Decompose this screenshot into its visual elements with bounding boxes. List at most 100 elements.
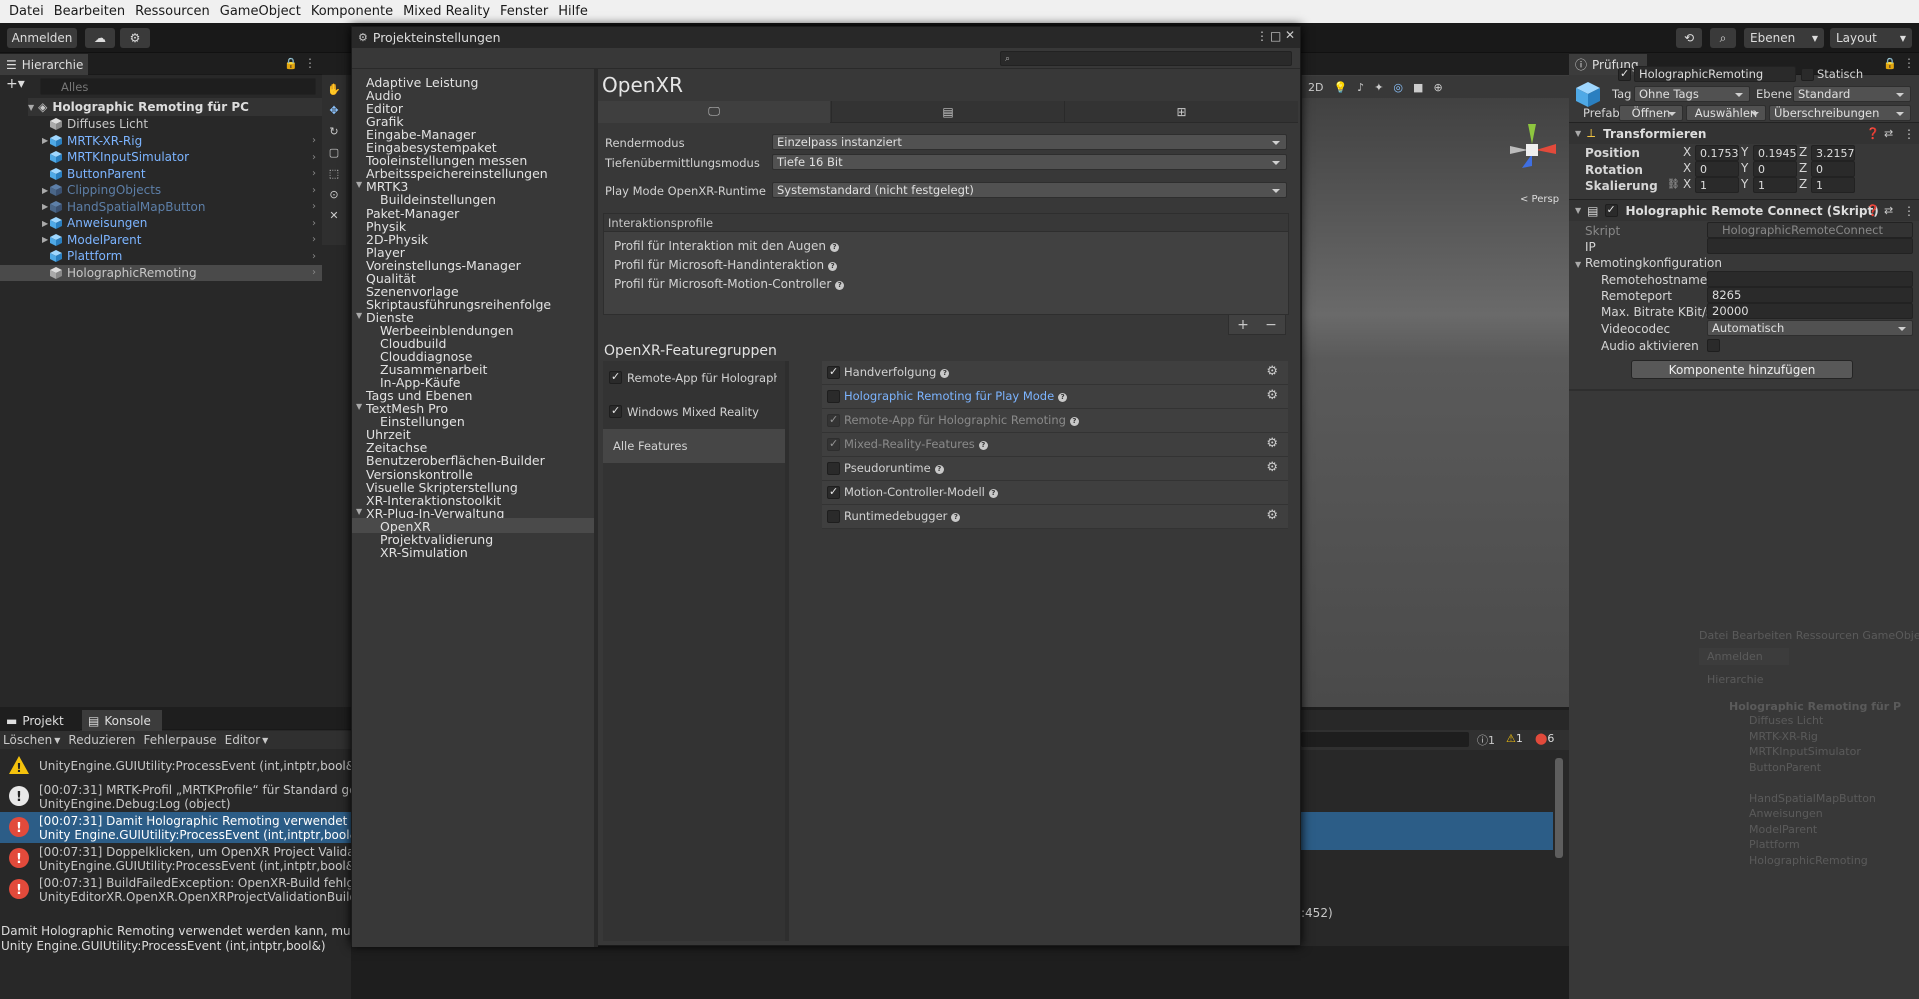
- static-checkbox[interactable]: [1801, 68, 1814, 81]
- child-arrow-icon[interactable]: ›: [312, 218, 316, 229]
- hierarchy-item[interactable]: HolographicRemoting ›: [0, 264, 322, 281]
- add-component-button[interactable]: Komponente hinzufügen: [1631, 360, 1853, 379]
- vector-input[interactable]: 0: [1811, 161, 1855, 177]
- layer-dropdown[interactable]: Standard: [1793, 86, 1911, 102]
- overrides-dropdown[interactable]: Überschreibungen: [1769, 105, 1911, 121]
- feature-row[interactable]: Remote-App für Holographic Remoting?: [822, 409, 1288, 433]
- editor-dropdown[interactable]: Editor: [225, 733, 261, 747]
- expand-arrow-icon[interactable]: ▶: [42, 219, 48, 228]
- expand-arrow-icon[interactable]: ▶: [42, 186, 48, 195]
- feature-row[interactable]: Pseudoruntime? ⚙: [822, 457, 1288, 481]
- menu-item-5[interactable]: Mixed Reality: [398, 4, 495, 19]
- child-arrow-icon[interactable]: ›: [312, 267, 316, 278]
- interaction-profile-item[interactable]: Profil für Interaktion mit den Augen?: [614, 239, 839, 253]
- script-field[interactable]: HolographicRemoteConnect: [1707, 222, 1913, 238]
- menu-item-3[interactable]: GameObject: [215, 4, 306, 19]
- interaction-profile-item[interactable]: Profil für Microsoft-Motion-Controller?: [614, 277, 845, 291]
- tab-standalone[interactable]: 🖵: [598, 101, 830, 123]
- console-scrollbar[interactable]: [1555, 758, 1563, 858]
- tab-console[interactable]: ▤ Konsole: [82, 710, 162, 731]
- warning-count[interactable]: ⚠1: [1506, 732, 1523, 745]
- error-count[interactable]: ⬤6: [1535, 732, 1554, 745]
- settings-search-input[interactable]: ⌕: [1000, 51, 1292, 66]
- transform-tool-icon[interactable]: ⊙: [329, 188, 338, 201]
- object-name-input[interactable]: HolographicRemoting: [1634, 66, 1796, 82]
- bitrate-input[interactable]: 20000: [1707, 303, 1913, 319]
- hierarchy-search-input[interactable]: Alles: [40, 78, 316, 95]
- custom-tool-icon[interactable]: ✕: [329, 209, 338, 222]
- component-enabled-checkbox[interactable]: [1604, 203, 1618, 217]
- nav-expand-icon[interactable]: ▼: [356, 180, 362, 189]
- audio-icon[interactable]: ♪: [1357, 81, 1364, 94]
- hidden-icon[interactable]: ◎: [1393, 81, 1403, 94]
- help-icon[interactable]: ?: [1069, 417, 1079, 426]
- hierarchy-item[interactable]: Plattform ›: [0, 248, 322, 264]
- rect-tool-icon[interactable]: ⬚: [329, 167, 339, 180]
- vector-input[interactable]: 1: [1811, 177, 1855, 193]
- ip-input[interactable]: [1707, 238, 1913, 254]
- help-icon[interactable]: ?: [978, 441, 988, 450]
- feature-checkbox[interactable]: [827, 365, 840, 379]
- component-preset-icon[interactable]: ⇄: [1884, 204, 1893, 217]
- clear-button[interactable]: Löschen: [3, 733, 52, 747]
- nav-expand-icon[interactable]: ▼: [356, 311, 362, 320]
- menu-item-7[interactable]: Hilfe: [553, 4, 593, 19]
- help-icon[interactable]: ?: [829, 243, 839, 252]
- console-log-entry[interactable]: ! [00:07:31] BuildFailedException: OpenXR…: [0, 874, 352, 905]
- camera-icon[interactable]: ■: [1413, 81, 1423, 94]
- mode-2d-button[interactable]: 2D: [1308, 81, 1323, 94]
- rotate-tool-icon[interactable]: ↻: [329, 125, 338, 138]
- menu-item-2[interactable]: Ressourcen: [130, 4, 215, 19]
- gear-icon[interactable]: ⚙: [1266, 388, 1278, 403]
- constrain-link-icon[interactable]: ⛓: [1667, 179, 1680, 190]
- component-help-icon[interactable]: ❓: [1866, 204, 1880, 217]
- hierarchy-item[interactable]: ▶ Anweisungen ›: [0, 215, 322, 231]
- vector-input[interactable]: 1: [1753, 177, 1797, 193]
- add-profile-icon[interactable]: +: [1237, 317, 1249, 333]
- child-arrow-icon[interactable]: ›: [312, 234, 316, 245]
- settings-more-icon[interactable]: ⋮: [1256, 29, 1268, 43]
- tab-uwp[interactable]: ⊞: [1064, 101, 1298, 123]
- remove-profile-icon[interactable]: −: [1265, 317, 1277, 333]
- hierarchy-item[interactable]: ▶ ClippingObjects ›: [0, 182, 322, 198]
- feature-checkbox[interactable]: [827, 485, 840, 499]
- console-log-entry[interactable]: ! UnityEngine.GUIUtility:ProcessEvent (in…: [0, 750, 352, 781]
- hierarchy-item[interactable]: ▶ HandSpatialMapButton ›: [0, 199, 322, 215]
- feature-checkbox[interactable]: [827, 462, 840, 475]
- feature-group-item[interactable]: Alle Features: [603, 429, 785, 463]
- inspector-lock-icon[interactable]: 🔒: [1883, 57, 1897, 70]
- feature-checkbox[interactable]: [827, 413, 840, 427]
- component-menu-icon[interactable]: ⋮: [1903, 204, 1915, 218]
- vector-input[interactable]: 0: [1695, 161, 1739, 177]
- menu-item-0[interactable]: Datei: [4, 4, 49, 19]
- tab-project[interactable]: ▬ Projekt: [0, 710, 80, 731]
- open-prefab-button[interactable]: Öffnen: [1619, 105, 1683, 121]
- hand-tool-icon[interactable]: ✋: [327, 83, 341, 96]
- maximize-icon[interactable]: □: [1270, 29, 1281, 43]
- hierarchy-item[interactable]: ▶ ModelParent ›: [0, 232, 322, 248]
- child-arrow-icon[interactable]: ›: [312, 152, 316, 163]
- help-icon[interactable]: ?: [1058, 393, 1068, 402]
- feature-row[interactable]: Runtimedebugger? ⚙: [822, 505, 1288, 529]
- lock-icon[interactable]: 🔒: [284, 57, 298, 70]
- vector-input[interactable]: 0.19457: [1753, 145, 1797, 161]
- hierarchy-item[interactable]: MRTKInputSimulator ›: [0, 149, 322, 165]
- feature-checkbox[interactable]: [827, 510, 840, 523]
- expand-arrow-icon[interactable]: ▶: [42, 235, 48, 244]
- layers-dropdown[interactable]: Ebenen ▼: [1744, 28, 1824, 48]
- feature-checkbox[interactable]: [827, 437, 840, 451]
- info-count[interactable]: ⓘ1: [1477, 732, 1495, 748]
- feature-row[interactable]: Mixed-Reality-Features? ⚙: [822, 433, 1288, 457]
- gear-icon[interactable]: ⚙: [1266, 460, 1278, 475]
- help-icon[interactable]: ?: [835, 281, 845, 290]
- console-log-entry[interactable]: ! [00:07:31] Damit Holographic Remoting v…: [0, 812, 352, 843]
- active-checkbox[interactable]: [1618, 67, 1631, 81]
- transform-expand-icon[interactable]: ▼: [1575, 129, 1581, 138]
- help-icon[interactable]: ?: [988, 489, 998, 498]
- remoting-config-label[interactable]: ▼ Remotingkonfiguration: [1575, 256, 1722, 270]
- menu-item-4[interactable]: Komponente: [306, 4, 398, 19]
- feature-checkbox[interactable]: [827, 390, 840, 403]
- video-codec-dropdown[interactable]: Automatisch: [1707, 320, 1913, 336]
- child-arrow-icon[interactable]: ›: [312, 185, 316, 196]
- help-icon[interactable]: ?: [934, 465, 944, 474]
